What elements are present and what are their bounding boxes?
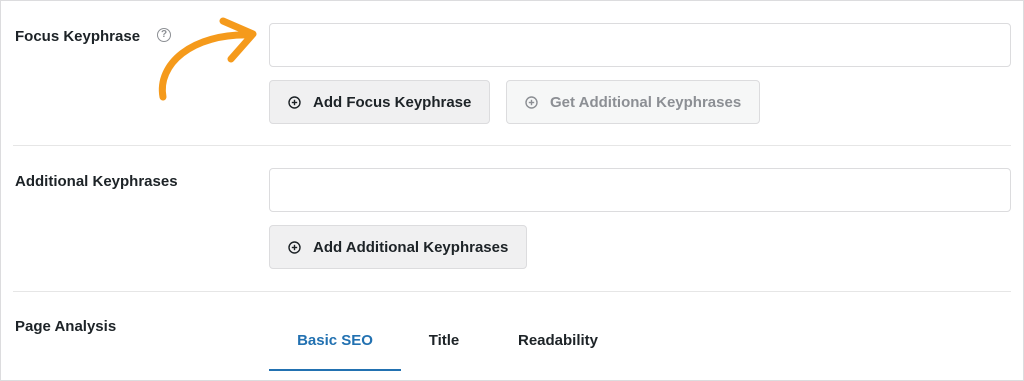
additional-keyphrases-input[interactable] xyxy=(269,168,1011,212)
curved-arrow-icon xyxy=(158,17,257,101)
plus-circle-icon xyxy=(288,240,301,254)
additional-keyphrases-section: Additional Keyphrases Add Additional Key… xyxy=(1,146,1023,291)
plus-circle-icon xyxy=(288,95,301,109)
add-focus-keyphrase-label: Add Focus Keyphrase xyxy=(313,93,472,111)
add-additional-keyphrases-button[interactable]: Add Additional Keyphrases xyxy=(269,225,528,269)
tab-basic-seo-label: Basic SEO xyxy=(297,331,373,349)
section-divider xyxy=(13,291,1011,292)
tab-basic-seo[interactable]: Basic SEO xyxy=(269,311,401,371)
focus-keyphrase-label: Focus Keyphrase xyxy=(15,28,141,45)
additional-keyphrases-label: Additional Keyphrases xyxy=(15,173,178,190)
keyphrase-settings-panel: Focus Keyphrase ? Add Focus Keyphrase Ge… xyxy=(0,0,1024,381)
get-additional-keyphrases-label: Get Additional Keyphrases xyxy=(550,93,742,111)
tab-title-label: Title xyxy=(428,331,460,349)
focus-keyphrase-section: Focus Keyphrase ? Add Focus Keyphrase Ge… xyxy=(1,1,1023,146)
focus-keyphrase-input[interactable] xyxy=(269,23,1011,67)
page-analysis-label: Page Analysis xyxy=(15,318,117,335)
add-focus-keyphrase-button[interactable]: Add Focus Keyphrase xyxy=(269,80,491,124)
tab-title[interactable]: Title xyxy=(401,311,487,369)
plus-circle-icon xyxy=(525,95,538,109)
add-additional-keyphrases-label: Add Additional Keyphrases xyxy=(313,238,509,256)
tab-readability[interactable]: Readability xyxy=(487,311,629,369)
tab-readability-label: Readability xyxy=(517,331,599,349)
get-additional-keyphrases-button[interactable]: Get Additional Keyphrases xyxy=(506,80,761,124)
